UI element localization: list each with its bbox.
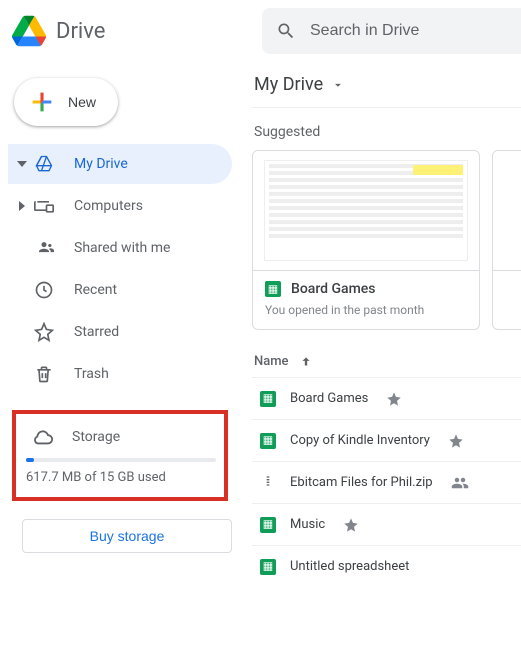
devices-icon bbox=[32, 196, 56, 216]
file-name: Music bbox=[290, 517, 325, 532]
sidebar-item-shared[interactable]: Shared with me bbox=[8, 228, 232, 268]
main-content: My Drive Suggested bbox=[240, 62, 521, 653]
sidebar-item-label: Shared with me bbox=[74, 240, 170, 256]
star-icon bbox=[32, 322, 56, 342]
suggested-heading: Suggested bbox=[254, 124, 521, 140]
caret-down-icon[interactable] bbox=[12, 159, 32, 169]
card-thumbnail bbox=[253, 151, 479, 271]
new-button-label: New bbox=[68, 94, 96, 110]
file-name: Untitled spreadsheet bbox=[290, 559, 409, 574]
sidebar-item-starred[interactable]: Starred bbox=[8, 312, 232, 352]
file-row[interactable]: ▦ Untitled spreadsheet bbox=[252, 545, 521, 587]
new-button[interactable]: New bbox=[14, 78, 118, 126]
sidebar-item-label: Recent bbox=[74, 282, 117, 298]
star-icon[interactable] bbox=[343, 517, 359, 533]
people-icon bbox=[32, 238, 56, 258]
product-name: Drive bbox=[56, 19, 105, 44]
sheets-icon: ▦ bbox=[260, 517, 276, 533]
sidebar-item-computers[interactable]: Computers bbox=[8, 186, 232, 226]
storage-section-highlight: Storage 617.7 MB of 15 GB used bbox=[12, 410, 228, 501]
sidebar-item-label: Starred bbox=[74, 324, 119, 340]
search-input[interactable] bbox=[310, 22, 517, 40]
zip-icon bbox=[260, 475, 276, 491]
sheets-icon: ▦ bbox=[265, 281, 281, 297]
sidebar-item-label: Computers bbox=[74, 198, 143, 214]
card-thumbnail bbox=[493, 151, 521, 271]
sheets-icon: ▦ bbox=[260, 559, 276, 575]
file-row[interactable]: ▦ Board Games bbox=[252, 377, 521, 419]
list-header-name: Name bbox=[254, 354, 289, 369]
sidebar-item-label: My Drive bbox=[74, 156, 128, 172]
breadcrumb[interactable]: My Drive bbox=[252, 70, 521, 108]
cloud-icon bbox=[32, 426, 54, 448]
chevron-down-icon bbox=[331, 78, 345, 92]
file-name: Ebitcam Files for Phil.zip bbox=[290, 475, 433, 490]
buy-storage-button[interactable]: Buy storage bbox=[22, 519, 232, 553]
card-subtitle: You opened in the past month bbox=[265, 303, 467, 317]
card-title: Board Games bbox=[291, 281, 376, 297]
star-icon[interactable] bbox=[386, 391, 402, 407]
file-name: Copy of Kindle Inventory bbox=[290, 433, 430, 448]
sidebar-item-label: Trash bbox=[74, 366, 109, 382]
trash-icon bbox=[32, 364, 56, 384]
file-row[interactable]: ▦ Music bbox=[252, 503, 521, 545]
sidebar-item-recent[interactable]: Recent bbox=[8, 270, 232, 310]
star-icon[interactable] bbox=[448, 433, 464, 449]
caret-right-icon[interactable] bbox=[12, 201, 32, 211]
drive-outline-icon bbox=[32, 154, 56, 174]
file-row[interactable]: ▦ Copy of Kindle Inventory bbox=[252, 419, 521, 461]
suggested-card-partial[interactable] bbox=[492, 150, 521, 330]
drive-logo-icon bbox=[12, 14, 46, 48]
suggested-card[interactable]: ▦ Board Games You opened in the past mon… bbox=[252, 150, 480, 330]
storage-bar bbox=[26, 458, 216, 462]
search-icon bbox=[276, 21, 296, 41]
sheets-icon: ▦ bbox=[260, 391, 276, 407]
searchbar[interactable] bbox=[262, 8, 521, 54]
file-row[interactable]: Ebitcam Files for Phil.zip bbox=[252, 461, 521, 503]
storage-usage-text: 617.7 MB of 15 GB used bbox=[24, 470, 216, 485]
shared-icon bbox=[451, 474, 469, 492]
file-name: Board Games bbox=[290, 391, 368, 406]
breadcrumb-label: My Drive bbox=[254, 74, 323, 95]
plus-icon bbox=[28, 88, 56, 116]
sidebar-item-trash[interactable]: Trash bbox=[8, 354, 232, 394]
logo-area[interactable]: Drive bbox=[12, 14, 252, 48]
clock-icon bbox=[32, 280, 56, 300]
sidebar-item-my-drive[interactable]: My Drive bbox=[8, 144, 232, 184]
sidebar-item-storage[interactable]: Storage bbox=[24, 422, 216, 456]
sidebar: New My Drive Computers bbox=[0, 62, 240, 653]
suggested-row: ▦ Board Games You opened in the past mon… bbox=[252, 150, 521, 330]
arrow-up-icon bbox=[299, 355, 313, 369]
sidebar-item-label: Storage bbox=[72, 429, 120, 445]
sheets-icon: ▦ bbox=[260, 433, 276, 449]
storage-bar-fill bbox=[26, 458, 34, 462]
header: Drive bbox=[0, 0, 521, 62]
list-header[interactable]: Name bbox=[254, 354, 521, 369]
